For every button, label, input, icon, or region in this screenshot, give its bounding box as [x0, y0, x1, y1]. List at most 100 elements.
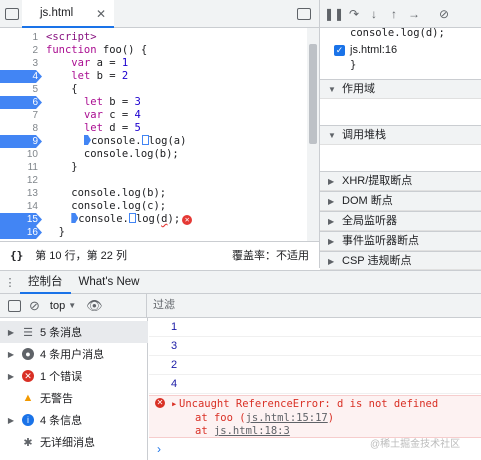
drawer-tab-bar: ⋮ 控制台 What's New	[0, 270, 481, 294]
scrollbar-thumb[interactable]	[309, 44, 317, 144]
close-tab-icon[interactable]: ✕	[96, 7, 106, 21]
collapse-arrow-icon: ▶	[328, 237, 335, 246]
csp-violation-breakpoints-section[interactable]: ▶ CSP 违规断点	[320, 251, 481, 270]
pretty-print-button[interactable]: {}	[10, 249, 23, 262]
code-line: function foo() {	[46, 44, 148, 56]
watermark: @稀土掘金技术社区	[370, 439, 461, 450]
editor-scrollbar[interactable]	[307, 28, 319, 241]
tab-console[interactable]: 控制台	[20, 270, 71, 294]
global-listeners-section[interactable]: ▶ 全局监听器	[320, 211, 481, 231]
dom-breakpoints-section[interactable]: ▶ DOM 断点	[320, 191, 481, 211]
line-number[interactable]: 10	[0, 148, 42, 161]
code-line: console. log(d); ✕	[46, 213, 193, 226]
event-listener-breakpoints-section[interactable]: ▶ 事件监听器断点	[320, 231, 481, 251]
console-toolbar: ⊘ top ▼ 👁 过滤	[0, 294, 481, 318]
breakpoint-checkbox[interactable]: ✓	[334, 45, 345, 56]
log-message: 2	[149, 356, 481, 375]
scope-section[interactable]: ▼ 作用域	[320, 79, 481, 99]
deactivate-breakpoints-icon[interactable]: ⊘	[436, 6, 452, 22]
line-number[interactable]: 2	[0, 44, 42, 57]
breakpoint-location[interactable]: js.html:16	[350, 44, 397, 56]
list-icon: ☰	[23, 326, 33, 339]
line-number-gutter[interactable]: 1 2 3 4 5 6 7 8 9 10 11 12 13 14 15 16 1…	[0, 28, 42, 251]
stack-frame: at js.html:18:3	[195, 425, 290, 437]
breakpoint-line-9[interactable]: 9	[0, 135, 42, 148]
line-number[interactable]: 11	[0, 161, 42, 174]
line-number[interactable]: 12	[0, 174, 42, 187]
expand-arrow-icon: ▶	[7, 371, 15, 381]
drawer-menu-icon[interactable]: ⋮	[0, 276, 20, 289]
line-number[interactable]: 13	[0, 187, 42, 200]
console-sidebar: ▶ ☰ 5 条消息 ▶ ● 4 条用户消息 ▶ ✕ 1 个错误 ▲ 无警告 ▶ …	[0, 318, 148, 460]
breakpoint-line-15[interactable]: 15	[0, 213, 42, 226]
sidebar-item-messages[interactable]: ▶ ☰ 5 条消息	[0, 321, 148, 343]
coverage-status: 覆盖率：不适用	[232, 250, 309, 262]
source-link[interactable]: js.html:18:3	[214, 425, 290, 437]
sidebar-item-errors[interactable]: ▶ ✕ 1 个错误	[0, 365, 148, 387]
breakpoints-list: console.log(d); ✓ js.html:16 }	[320, 27, 481, 78]
expand-arrow-icon: ▶	[7, 327, 15, 337]
console-prompt-icon[interactable]: ›	[157, 442, 161, 456]
step-icon[interactable]: →	[406, 6, 422, 22]
editor-status-bar: {} 第 10 行，第 22 列 覆盖率：不适用	[0, 241, 319, 268]
line-number[interactable]: 8	[0, 122, 42, 135]
tab-js-html[interactable]: js.html ✕	[22, 0, 114, 28]
pause-icon[interactable]: ❚❚	[324, 6, 344, 22]
expand-arrow-icon: ▶	[7, 349, 15, 359]
step-into-icon[interactable]: ↓	[366, 6, 382, 22]
code-line: }	[46, 161, 78, 173]
tab-whats-new[interactable]: What's New	[71, 270, 148, 294]
sidebar-item-info[interactable]: ▶ i 4 条信息	[0, 409, 148, 431]
source-link[interactable]: js.html:15:17	[246, 412, 328, 424]
line-number[interactable]: 1	[0, 31, 42, 44]
collapse-arrow-icon: ▶	[328, 177, 335, 186]
error-icon: ✕	[22, 370, 34, 382]
line-number[interactable]: 14	[0, 200, 42, 213]
step-out-icon[interactable]: ↑	[386, 6, 402, 22]
stack-frame: at foo (js.html:15:17)	[195, 412, 335, 424]
expand-arrow-icon: ▶	[7, 415, 15, 425]
context-selector[interactable]: top	[50, 300, 65, 312]
code-editor[interactable]: <script> function foo() { var a = 1 let …	[46, 28, 306, 241]
code-line: let b = 3	[83, 96, 141, 108]
code-line: console. log(a)	[46, 135, 186, 148]
dropdown-arrow-icon[interactable]: ▼	[68, 301, 76, 310]
live-expression-eye-icon[interactable]: 👁	[86, 298, 103, 314]
inline-breakpoint-marker-icon[interactable]	[128, 213, 136, 223]
inline-breakpoint-marker-icon[interactable]	[141, 135, 149, 145]
cursor-position: 第 10 行，第 22 列	[35, 250, 127, 262]
warning-icon: ▲	[22, 392, 34, 404]
code-line: console.log(b);	[46, 148, 179, 160]
code-line: var c = 4	[83, 109, 141, 121]
collapse-arrow-icon: ▶	[328, 257, 335, 266]
clear-console-icon[interactable]: ⊘	[29, 298, 40, 314]
line-number[interactable]: 7	[0, 109, 42, 122]
line-number[interactable]: 3	[0, 57, 42, 70]
inline-breakpoint-icon[interactable]	[83, 135, 91, 145]
callstack-section[interactable]: ▼ 调用堆栈	[320, 125, 481, 145]
breakpoint-line-6[interactable]: 6	[0, 96, 42, 109]
expand-arrow-icon: ▼	[328, 131, 336, 140]
xhr-breakpoints-section[interactable]: ▶ XHR/提取断点	[320, 171, 481, 191]
inline-breakpoint-icon[interactable]	[71, 213, 79, 223]
filter-input[interactable]: 过滤	[146, 294, 481, 317]
log-message: 3	[149, 337, 481, 356]
toggle-debugger-icon[interactable]	[297, 8, 311, 20]
sidebar-toggle-icon[interactable]	[8, 299, 21, 312]
step-over-icon[interactable]: ↷	[346, 6, 362, 22]
breakpoint-line-16[interactable]: 16	[0, 226, 42, 239]
code-line: console.log(b);	[46, 187, 167, 199]
sidebar-item-user-messages[interactable]: ▶ ● 4 条用户消息	[0, 343, 148, 365]
expand-error-arrow-icon[interactable]: ▸	[171, 398, 177, 411]
log-message: 4	[149, 375, 481, 394]
code-line: }	[46, 226, 65, 238]
expand-arrow-icon: ▼	[328, 85, 336, 94]
log-message: 1	[149, 318, 481, 337]
code-line: console.log(c);	[46, 200, 167, 212]
toggle-navigator-icon[interactable]	[5, 7, 19, 20]
sidebar-item-warnings[interactable]: ▲ 无警告	[0, 387, 148, 409]
editor-tab-bar: js.html ✕	[0, 0, 319, 28]
breakpoint-line-4[interactable]: 4	[0, 70, 42, 83]
sidebar-item-verbose[interactable]: ✱ 无详细消息	[0, 431, 148, 453]
line-number[interactable]: 5	[0, 83, 42, 96]
